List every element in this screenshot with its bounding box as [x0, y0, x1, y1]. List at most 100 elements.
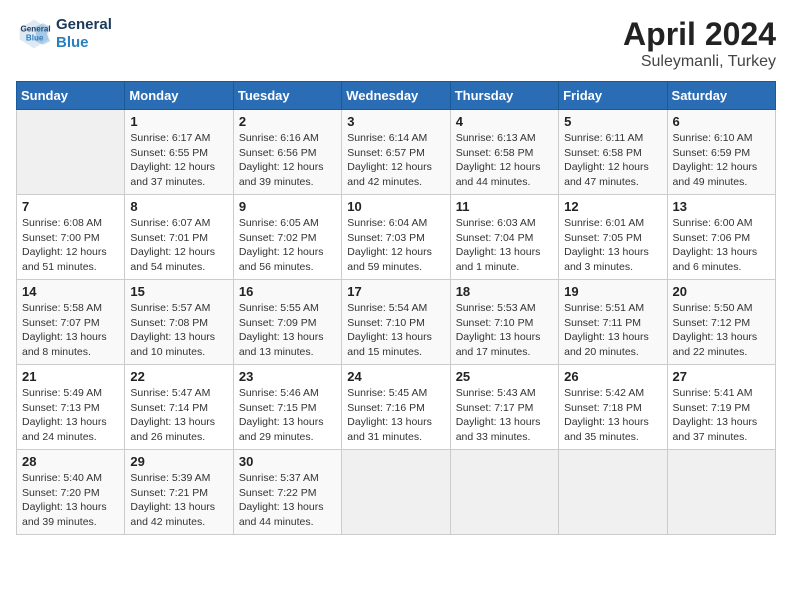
calendar-day-cell: 12 Sunrise: 6:01 AM Sunset: 7:05 PM Dayli… — [559, 195, 667, 280]
day-info: Sunrise: 5:41 AM Sunset: 7:19 PM Dayligh… — [673, 386, 770, 445]
day-number: 10 — [347, 199, 444, 214]
day-number: 8 — [130, 199, 227, 214]
calendar-day-cell: 30 Sunrise: 5:37 AM Sunset: 7:22 PM Dayli… — [233, 450, 341, 535]
day-info: Sunrise: 6:05 AM Sunset: 7:02 PM Dayligh… — [239, 216, 336, 275]
day-number: 6 — [673, 114, 770, 129]
day-info: Sunrise: 6:17 AM Sunset: 6:55 PM Dayligh… — [130, 131, 227, 190]
day-info: Sunrise: 5:43 AM Sunset: 7:17 PM Dayligh… — [456, 386, 553, 445]
day-number: 28 — [22, 454, 119, 469]
calendar-day-cell: 17 Sunrise: 5:54 AM Sunset: 7:10 PM Dayli… — [342, 280, 450, 365]
calendar-day-cell: 21 Sunrise: 5:49 AM Sunset: 7:13 PM Dayli… — [17, 365, 125, 450]
calendar-day-cell: 1 Sunrise: 6:17 AM Sunset: 6:55 PM Daylig… — [125, 110, 233, 195]
calendar-day-cell: 10Sunrise: 6:04 AM Sunset: 7:03 PM Dayli… — [342, 195, 450, 280]
logo: General Blue General Blue — [16, 16, 112, 52]
logo-text-blue: Blue — [56, 34, 112, 52]
calendar-day-cell: 25 Sunrise: 5:43 AM Sunset: 7:17 PM Dayli… — [450, 365, 558, 450]
day-number: 21 — [22, 369, 119, 384]
calendar-day-cell: 19 Sunrise: 5:51 AM Sunset: 7:11 PM Dayli… — [559, 280, 667, 365]
calendar-day-cell: 20 Sunrise: 5:50 AM Sunset: 7:12 PM Dayli… — [667, 280, 775, 365]
day-info: Sunrise: 6:16 AM Sunset: 6:56 PM Dayligh… — [239, 131, 336, 190]
day-info: Sunrise: 5:51 AM Sunset: 7:11 PM Dayligh… — [564, 301, 661, 360]
calendar-day-cell — [342, 450, 450, 535]
calendar-day-cell: 2 Sunrise: 6:16 AM Sunset: 6:56 PM Daylig… — [233, 110, 341, 195]
day-number: 1 — [130, 114, 227, 129]
day-number: 9 — [239, 199, 336, 214]
day-number: 11 — [456, 199, 553, 214]
calendar-day-cell: 14Sunrise: 5:58 AM Sunset: 7:07 PM Dayli… — [17, 280, 125, 365]
day-info: Sunrise: 5:55 AM Sunset: 7:09 PM Dayligh… — [239, 301, 336, 360]
calendar-day-cell: 6 Sunrise: 6:10 AM Sunset: 6:59 PM Daylig… — [667, 110, 775, 195]
day-info: Sunrise: 6:01 AM Sunset: 7:05 PM Dayligh… — [564, 216, 661, 275]
day-number: 24 — [347, 369, 444, 384]
calendar-week-row: 7 Sunrise: 6:08 AM Sunset: 7:00 PM Daylig… — [17, 195, 776, 280]
day-number: 5 — [564, 114, 661, 129]
calendar-header-row: SundayMondayTuesdayWednesdayThursdayFrid… — [17, 82, 776, 110]
day-number: 16 — [239, 284, 336, 299]
day-number: 23 — [239, 369, 336, 384]
day-info: Sunrise: 5:46 AM Sunset: 7:15 PM Dayligh… — [239, 386, 336, 445]
calendar-day-cell: 11Sunrise: 6:03 AM Sunset: 7:04 PM Dayli… — [450, 195, 558, 280]
day-number: 30 — [239, 454, 336, 469]
day-of-week-header: Tuesday — [233, 82, 341, 110]
day-info: Sunrise: 5:37 AM Sunset: 7:22 PM Dayligh… — [239, 471, 336, 530]
day-info: Sunrise: 5:54 AM Sunset: 7:10 PM Dayligh… — [347, 301, 444, 360]
day-number: 17 — [347, 284, 444, 299]
calendar-day-cell: 22 Sunrise: 5:47 AM Sunset: 7:14 PM Dayli… — [125, 365, 233, 450]
day-info: Sunrise: 5:42 AM Sunset: 7:18 PM Dayligh… — [564, 386, 661, 445]
calendar-day-cell: 26 Sunrise: 5:42 AM Sunset: 7:18 PM Dayli… — [559, 365, 667, 450]
location-subtitle: Suleymanli, Turkey — [623, 53, 776, 71]
day-number: 26 — [564, 369, 661, 384]
calendar-day-cell: 23 Sunrise: 5:46 AM Sunset: 7:15 PM Dayli… — [233, 365, 341, 450]
calendar-day-cell: 8 Sunrise: 6:07 AM Sunset: 7:01 PM Daylig… — [125, 195, 233, 280]
calendar-week-row: 21 Sunrise: 5:49 AM Sunset: 7:13 PM Dayli… — [17, 365, 776, 450]
day-number: 20 — [673, 284, 770, 299]
day-info: Sunrise: 5:57 AM Sunset: 7:08 PM Dayligh… — [130, 301, 227, 360]
day-number: 18 — [456, 284, 553, 299]
day-info: Sunrise: 6:00 AM Sunset: 7:06 PM Dayligh… — [673, 216, 770, 275]
calendar-day-cell: 15 Sunrise: 5:57 AM Sunset: 7:08 PM Dayli… — [125, 280, 233, 365]
day-info: Sunrise: 6:08 AM Sunset: 7:00 PM Dayligh… — [22, 216, 119, 275]
day-of-week-header: Thursday — [450, 82, 558, 110]
day-info: Sunrise: 6:10 AM Sunset: 6:59 PM Dayligh… — [673, 131, 770, 190]
day-number: 29 — [130, 454, 227, 469]
calendar-day-cell: 7 Sunrise: 6:08 AM Sunset: 7:00 PM Daylig… — [17, 195, 125, 280]
day-number: 15 — [130, 284, 227, 299]
day-info: Sunrise: 5:40 AM Sunset: 7:20 PM Dayligh… — [22, 471, 119, 530]
header: General Blue General Blue April 2024 Sul… — [16, 16, 776, 71]
day-of-week-header: Saturday — [667, 82, 775, 110]
day-info: Sunrise: 5:47 AM Sunset: 7:14 PM Dayligh… — [130, 386, 227, 445]
day-number: 13 — [673, 199, 770, 214]
calendar-day-cell — [450, 450, 558, 535]
day-number: 3 — [347, 114, 444, 129]
calendar-day-cell: 16 Sunrise: 5:55 AM Sunset: 7:09 PM Dayli… — [233, 280, 341, 365]
calendar-day-cell: 24 Sunrise: 5:45 AM Sunset: 7:16 PM Dayli… — [342, 365, 450, 450]
day-info: Sunrise: 5:45 AM Sunset: 7:16 PM Dayligh… — [347, 386, 444, 445]
day-number: 22 — [130, 369, 227, 384]
calendar-week-row: 14Sunrise: 5:58 AM Sunset: 7:07 PM Dayli… — [17, 280, 776, 365]
calendar-week-row: 1 Sunrise: 6:17 AM Sunset: 6:55 PM Daylig… — [17, 110, 776, 195]
day-number: 12 — [564, 199, 661, 214]
day-of-week-header: Friday — [559, 82, 667, 110]
calendar-day-cell — [667, 450, 775, 535]
day-number: 27 — [673, 369, 770, 384]
calendar-day-cell — [17, 110, 125, 195]
calendar-day-cell: 27 Sunrise: 5:41 AM Sunset: 7:19 PM Dayli… — [667, 365, 775, 450]
calendar-day-cell: 4Sunrise: 6:13 AM Sunset: 6:58 PM Daylig… — [450, 110, 558, 195]
day-info: Sunrise: 6:11 AM Sunset: 6:58 PM Dayligh… — [564, 131, 661, 190]
day-info: Sunrise: 5:58 AM Sunset: 7:07 PM Dayligh… — [22, 301, 119, 360]
calendar-day-cell: 3Sunrise: 6:14 AM Sunset: 6:57 PM Daylig… — [342, 110, 450, 195]
day-of-week-header: Sunday — [17, 82, 125, 110]
calendar-day-cell: 9 Sunrise: 6:05 AM Sunset: 7:02 PM Daylig… — [233, 195, 341, 280]
day-number: 2 — [239, 114, 336, 129]
day-number: 7 — [22, 199, 119, 214]
day-of-week-header: Wednesday — [342, 82, 450, 110]
day-number: 25 — [456, 369, 553, 384]
day-info: Sunrise: 5:53 AM Sunset: 7:10 PM Dayligh… — [456, 301, 553, 360]
calendar-table: SundayMondayTuesdayWednesdayThursdayFrid… — [16, 81, 776, 535]
day-number: 19 — [564, 284, 661, 299]
calendar-day-cell: 28 Sunrise: 5:40 AM Sunset: 7:20 PM Dayli… — [17, 450, 125, 535]
title-area: April 2024 Suleymanli, Turkey — [623, 16, 776, 71]
day-info: Sunrise: 5:50 AM Sunset: 7:12 PM Dayligh… — [673, 301, 770, 360]
day-info: Sunrise: 6:07 AM Sunset: 7:01 PM Dayligh… — [130, 216, 227, 275]
day-info: Sunrise: 5:49 AM Sunset: 7:13 PM Dayligh… — [22, 386, 119, 445]
